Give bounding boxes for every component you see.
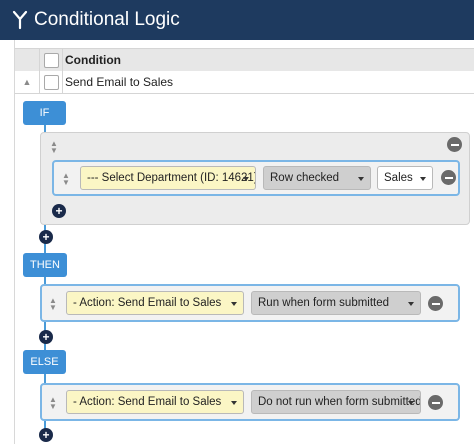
if-operator-value: Row checked xyxy=(270,172,340,184)
condition-drag-handle-icon[interactable]: ▲ ▼ xyxy=(62,172,70,187)
chevron-down-icon xyxy=(243,177,249,181)
remove-condition-icon[interactable] xyxy=(441,170,456,185)
chevron-down-icon xyxy=(420,177,426,181)
chevron-down-icon xyxy=(358,177,364,181)
drag-handle-icon[interactable]: ▲ xyxy=(15,71,40,93)
group-drag-handle-icon[interactable]: ▲ ▼ xyxy=(50,140,58,155)
else-mode-select[interactable]: Do not run when form submitted xyxy=(251,390,421,414)
condition-name[interactable]: Send Email to Sales xyxy=(65,71,173,93)
else-action-select[interactable]: - Action: Send Email to Sales xyxy=(66,390,244,414)
if-field-value: --- Select Department (ID: 14621) xyxy=(87,172,256,184)
action-drag-handle-icon[interactable]: ▲ ▼ xyxy=(49,396,57,411)
if-value-text: Sales xyxy=(384,172,413,184)
chevron-down-icon xyxy=(231,302,237,306)
add-action-icon[interactable]: + xyxy=(39,330,53,344)
condition-column-header[interactable]: Condition xyxy=(65,49,121,71)
remove-group-icon[interactable] xyxy=(447,137,462,152)
table-row[interactable]: ▲ Send Email to Sales xyxy=(15,71,474,94)
action-drag-handle-icon[interactable]: ▲ ▼ xyxy=(49,297,57,312)
chevron-down-icon xyxy=(231,401,237,405)
remove-action-icon[interactable] xyxy=(428,296,443,311)
else-action-value: - Action: Send Email to Sales xyxy=(73,396,222,408)
table-header-row: Condition xyxy=(15,48,474,72)
remove-action-icon[interactable] xyxy=(428,395,443,410)
fork-logo-icon xyxy=(12,10,28,30)
then-action-value: - Action: Send Email to Sales xyxy=(73,297,222,309)
else-section-button[interactable]: ELSE xyxy=(23,350,66,374)
row-select[interactable] xyxy=(40,71,63,93)
add-action-icon[interactable]: + xyxy=(39,428,53,442)
if-section-button[interactable]: IF xyxy=(23,101,66,125)
chevron-down-icon xyxy=(408,401,414,405)
if-operator-select[interactable]: Row checked xyxy=(263,166,371,190)
then-section-button[interactable]: THEN xyxy=(23,253,67,277)
else-mode-value: Do not run when form submitted xyxy=(258,396,421,408)
header-select-all[interactable] xyxy=(40,49,63,71)
then-mode-value: Run when form submitted xyxy=(258,297,390,309)
if-value-select[interactable]: Sales xyxy=(377,166,433,190)
if-field-select[interactable]: --- Select Department (ID: 14621) xyxy=(80,166,256,190)
add-condition-icon[interactable]: + xyxy=(52,204,66,218)
title-bar: Conditional Logic xyxy=(0,0,474,40)
add-group-icon[interactable]: + xyxy=(39,230,53,244)
then-mode-select[interactable]: Run when form submitted xyxy=(251,291,421,315)
select-all-checkbox[interactable] xyxy=(43,52,59,68)
row-checkbox[interactable] xyxy=(43,74,59,90)
chevron-down-icon xyxy=(408,302,414,306)
window-title: Conditional Logic xyxy=(34,9,180,30)
then-action-select[interactable]: - Action: Send Email to Sales xyxy=(66,291,244,315)
header-sort-cell xyxy=(15,49,40,71)
